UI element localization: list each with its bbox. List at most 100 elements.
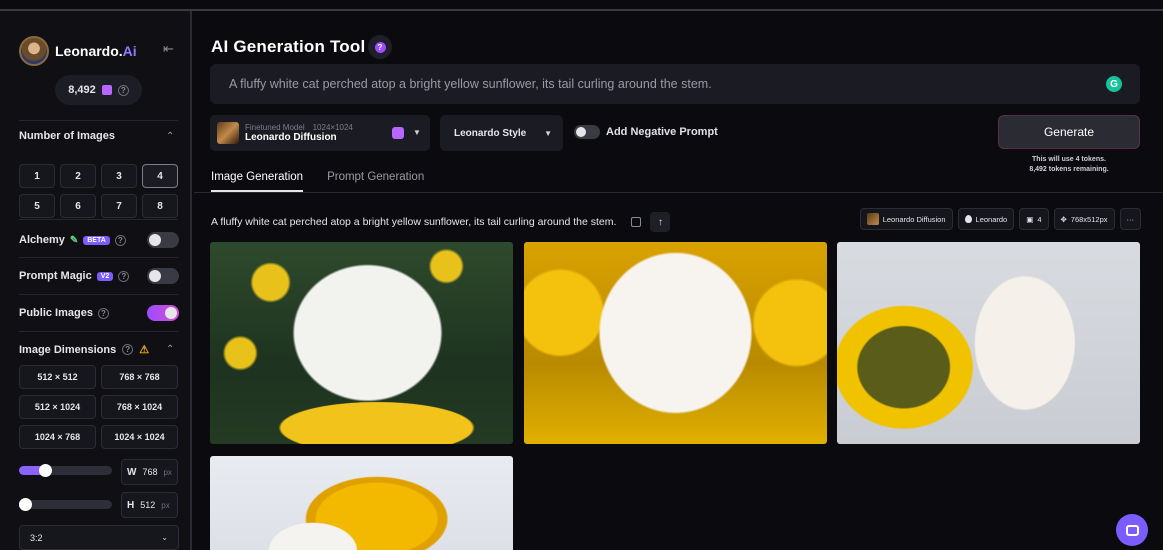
chevron-up-icon[interactable]: ⌃ — [166, 344, 174, 355]
divider — [19, 219, 178, 220]
grammarly-icon[interactable]: G — [1106, 76, 1122, 92]
height-value: 512 — [140, 500, 156, 510]
dimension-option[interactable]: 512 × 1024 — [19, 395, 96, 419]
chat-icon — [1125, 524, 1139, 536]
height-input[interactable]: H 512 px — [121, 492, 178, 518]
width-value: 768 — [142, 467, 158, 477]
help-icon[interactable]: ? — [122, 344, 134, 355]
public-images-label: Public Images — [19, 307, 93, 319]
style-select[interactable]: Leonardo Style ▼ — [440, 115, 563, 151]
num-images-option[interactable]: 6 — [60, 194, 96, 218]
divider — [19, 294, 178, 295]
prompt-magic-toggle[interactable] — [147, 268, 179, 284]
num-images-option[interactable]: 2 — [60, 164, 96, 188]
style-value: Leonardo Style — [454, 127, 527, 139]
negative-prompt-label: Add Negative Prompt — [606, 126, 718, 138]
dimension-grid: 512 × 512 768 × 768 512 × 1024 768 × 102… — [19, 365, 179, 449]
chevron-up-icon[interactable]: ⌃ — [166, 131, 174, 142]
height-slider-handle[interactable] — [19, 498, 32, 511]
chip-label: 768x512px — [1070, 214, 1108, 224]
num-images-option-selected[interactable]: 4 — [142, 164, 178, 188]
dimension-option[interactable]: 768 × 768 — [101, 365, 178, 389]
token-cost-note: This will use 4 tokens. 8,492 tokens rem… — [998, 155, 1140, 175]
brand[interactable]: Leonardo.Ai — [19, 36, 137, 66]
width-input[interactable]: W 768 px — [121, 459, 178, 485]
reuse-prompt-button[interactable]: ↑ — [650, 212, 671, 232]
help-icon[interactable]: ? — [117, 84, 129, 96]
style-chip: Leonardo — [957, 208, 1015, 230]
num-images-title: Number of Images — [19, 130, 115, 142]
width-label: W — [127, 466, 137, 478]
generated-image[interactable] — [837, 242, 1140, 444]
arrow-up-icon: ↑ — [657, 216, 663, 228]
chat-support-button[interactable] — [1116, 514, 1148, 546]
copy-icon[interactable] — [631, 217, 642, 227]
generated-image[interactable] — [524, 242, 827, 444]
width-unit: px — [163, 467, 172, 477]
tab-prompt-generation[interactable]: Prompt Generation — [327, 171, 424, 192]
num-images-option[interactable]: 1 — [19, 164, 55, 188]
aspect-ratio-value: 3:2 — [30, 532, 43, 543]
dimension-option[interactable]: 1024 × 768 — [19, 425, 96, 449]
count-chip: ▣ 4 — [1019, 208, 1049, 230]
page-title: AI Generation Tool — [211, 37, 366, 56]
model-select[interactable]: Finetuned Model 1024×1024 Leonardo Diffus… — [210, 115, 430, 151]
num-images-option[interactable]: 5 — [19, 194, 55, 218]
leonardo-logo-icon — [19, 36, 49, 66]
width-slider-handle[interactable] — [39, 464, 52, 477]
public-images-toggle[interactable] — [147, 305, 179, 321]
help-icon[interactable]: ? — [118, 270, 130, 282]
num-images-option[interactable]: 8 — [142, 194, 178, 218]
divider — [19, 331, 178, 332]
aspect-ratio-select[interactable]: 3:2 ⌄ — [19, 525, 179, 550]
generate-button[interactable]: Generate — [998, 115, 1140, 149]
num-images-option[interactable]: 3 — [101, 164, 137, 188]
alchemy-toggle[interactable] — [147, 232, 179, 248]
chip-label: Leonardo Diffusion — [882, 214, 946, 224]
model-settings-icon[interactable] — [392, 127, 404, 139]
warning-icon: ⚠ — [139, 344, 150, 356]
negative-prompt-toggle[interactable] — [574, 125, 600, 139]
sidebar: Leonardo.Ai ⇤ 8,492 ? Number of Images ⌃… — [0, 11, 192, 550]
dimension-option[interactable]: 768 × 1024 — [101, 395, 178, 419]
prompt-magic-label: Prompt Magic — [19, 270, 92, 282]
version-badge: V2 — [96, 271, 114, 281]
divider — [19, 120, 178, 121]
num-images-option[interactable]: 7 — [101, 194, 137, 218]
alchemy-row: Alchemy ✎ BETA? — [19, 232, 179, 248]
help-button[interactable]: ? — [368, 35, 392, 59]
generated-image[interactable] — [210, 456, 513, 550]
brand-name: Leonardo.Ai — [55, 43, 137, 59]
beta-badge: BETA — [83, 235, 110, 245]
prompt-text: A fluffy white cat perched atop a bright… — [229, 77, 712, 91]
help-icon[interactable]: ? — [114, 234, 126, 246]
chevron-down-icon: ▼ — [544, 128, 552, 138]
move-icon: ✥ — [1060, 214, 1067, 224]
help-icon[interactable]: ? — [97, 307, 109, 319]
token-cost-line: This will use 4 tokens. — [1032, 156, 1106, 163]
height-slider[interactable] — [19, 498, 112, 511]
public-images-row: Public Images? — [19, 305, 179, 321]
main-panel: AI Generation Tool ? A fluffy white cat … — [194, 11, 1163, 550]
model-thumbnail — [217, 122, 239, 144]
height-label: H — [127, 499, 135, 511]
help-icon: ? — [374, 41, 386, 53]
drop-icon — [964, 215, 972, 223]
more-options-button[interactable]: ··· — [1119, 208, 1141, 230]
tabs: Image Generation Prompt Generation — [211, 171, 448, 192]
collapse-sidebar-icon[interactable]: ⇤ — [163, 41, 174, 57]
model-caption: Finetuned Model — [245, 123, 305, 132]
tab-image-generation[interactable]: Image Generation — [211, 171, 304, 192]
size-chip: ✥ 768x512px — [1053, 208, 1115, 230]
width-slider[interactable] — [19, 464, 112, 477]
dimension-option[interactable]: 512 × 512 — [19, 365, 96, 389]
dimension-option[interactable]: 1024 × 1024 — [101, 425, 178, 449]
prompt-input[interactable]: A fluffy white cat perched atop a bright… — [210, 64, 1140, 104]
token-balance[interactable]: 8,492 ? — [55, 75, 142, 105]
result-header: A fluffy white cat perched atop a bright… — [211, 212, 671, 232]
generation-meta-chips: Leonardo Diffusion Leonardo ▣ 4 ✥ 768x512p… — [859, 208, 1141, 230]
chip-label: 4 — [1037, 214, 1042, 224]
height-unit: px — [161, 500, 170, 510]
generated-image[interactable] — [210, 242, 513, 444]
num-images-grid: 1 2 3 4 5 6 7 8 — [19, 164, 179, 218]
